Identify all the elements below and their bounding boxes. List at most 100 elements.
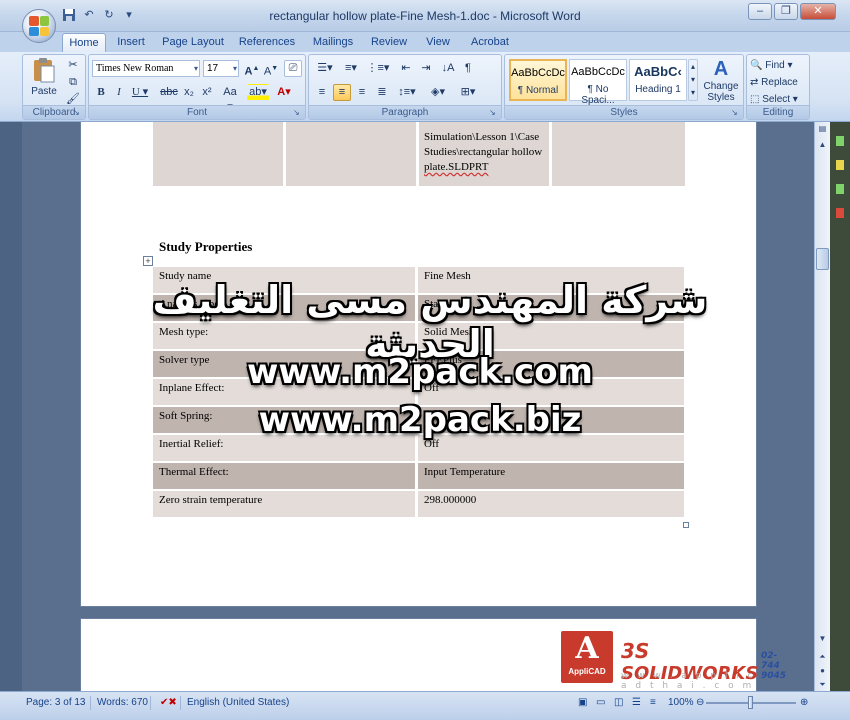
draft-view-icon[interactable]: ≡ [650, 697, 656, 708]
row-label: Zero strain temperature [153, 491, 415, 517]
underline-button[interactable]: U ▾ [129, 84, 151, 101]
change-styles-icon: A [713, 58, 729, 80]
copy-icon[interactable]: ⧉ [65, 74, 81, 91]
vertical-scrollbar[interactable]: ▤ ▲ ▼ ⏶ ● ⏷ [814, 122, 830, 691]
row-value: 298.000000 [418, 491, 684, 517]
shrink-font-icon[interactable]: A▼ [262, 60, 280, 78]
watermark-url-com: www.m2pack.com [247, 352, 593, 392]
editing-group: 🔍 Find ▾ ⇄ Replace ⬚ Select ▾ Editing [746, 54, 810, 120]
status-divider [150, 696, 151, 710]
style-no-spacing[interactable]: AaBbCcDc ¶ No Spaci... [569, 59, 627, 106]
document-page-next[interactable]: A AppliCAD 3S SOLIDWORKS w w w . a p p l… [80, 618, 786, 691]
scroll-down-icon[interactable]: ▼ [815, 632, 830, 646]
styles-launcher-icon[interactable]: ↘ [731, 108, 740, 117]
tray-icon [836, 160, 844, 170]
outline-view-icon[interactable]: ☰ [632, 697, 641, 708]
scrollbar-thumb[interactable] [816, 248, 829, 270]
zoom-level[interactable]: 100% [668, 697, 694, 708]
line-spacing-icon[interactable]: ↕≡▾ [395, 84, 419, 101]
ruler-toggle-icon[interactable]: ▤ [815, 122, 830, 136]
cut-icon[interactable]: ✂ [65, 57, 81, 74]
select-icon: ⬚ [750, 94, 760, 105]
language-status[interactable]: English (United States) [187, 697, 289, 708]
web-layout-view-icon[interactable]: ◫ [614, 697, 623, 708]
restore-button[interactable]: ❐ [774, 3, 798, 20]
borders-icon[interactable]: ⊞▾ [455, 84, 481, 101]
study-properties-heading: Study Properties [159, 239, 253, 254]
tab-home[interactable]: Home [62, 33, 106, 52]
change-styles-button[interactable]: A Change Styles [701, 57, 741, 103]
zoom-slider-thumb[interactable] [748, 696, 753, 709]
highlight-icon[interactable]: ab▾ [247, 84, 269, 101]
superscript-button[interactable]: x² [199, 84, 215, 101]
proofing-icon[interactable]: ✔✖ [160, 697, 177, 708]
previous-page-icon[interactable]: ⏶ [815, 650, 830, 664]
justify-icon[interactable]: ≣ [373, 84, 391, 101]
clear-formatting-icon[interactable]: ⎚ [284, 60, 302, 77]
paragraph-launcher-icon[interactable]: ↘ [489, 108, 498, 117]
paste-button[interactable]: Paste [29, 57, 59, 101]
style-heading-1[interactable]: AaBbC‹ Heading 1 [629, 59, 687, 101]
font-name-value: Times New Roman [96, 63, 174, 74]
replace-button[interactable]: ⇄ Replace [749, 74, 807, 91]
styles-group-label: Styles [505, 105, 743, 119]
tab-page-layout[interactable]: Page Layout [158, 33, 228, 52]
styles-scroll-icon[interactable]: ▴ ▾ ▾ [688, 59, 698, 101]
italic-button[interactable]: I [111, 84, 127, 101]
subscript-button[interactable]: x₂ [181, 84, 197, 101]
table-resize-handle[interactable] [683, 522, 689, 528]
desktop-strip [830, 122, 850, 691]
status-divider [90, 696, 91, 710]
watermark-url-biz: www.m2pack.biz [258, 400, 582, 440]
increase-indent-icon[interactable]: ⇥ [417, 60, 435, 77]
scroll-up-icon[interactable]: ▲ [815, 138, 830, 152]
font-launcher-icon[interactable]: ↘ [293, 108, 302, 117]
bullets-icon[interactable]: ☰▾ [313, 60, 337, 77]
numbering-icon[interactable]: ≡▾ [339, 60, 363, 77]
decrease-indent-icon[interactable]: ⇤ [397, 60, 415, 77]
font-size-value: 17 [207, 63, 219, 74]
browse-object-icon[interactable]: ● [815, 664, 830, 678]
bold-button[interactable]: B [93, 84, 109, 101]
align-right-icon[interactable]: ≡ [353, 84, 371, 101]
style-name: ¶ No Spaci... [581, 84, 615, 106]
page-count[interactable]: Page: 3 of 13 [26, 697, 86, 708]
zoom-in-icon[interactable]: ⊕ [800, 697, 808, 708]
tab-view[interactable]: View [418, 33, 458, 52]
tab-mailings[interactable]: Mailings [306, 33, 360, 52]
zoom-out-icon[interactable]: ⊖ [696, 697, 704, 708]
tab-insert[interactable]: Insert [110, 33, 152, 52]
find-button[interactable]: 🔍 Find ▾ [749, 57, 807, 74]
grow-font-icon[interactable]: A▲ [243, 60, 261, 78]
sort-icon[interactable]: ↓A [439, 60, 457, 77]
minimize-button[interactable]: – [748, 3, 772, 20]
table-move-handle-icon[interactable]: + [143, 256, 153, 266]
tab-acrobat[interactable]: Acrobat [464, 33, 516, 52]
paste-icon [34, 58, 55, 83]
style-normal[interactable]: AaBbCcDc ¶ Normal [509, 59, 567, 101]
chevron-down-icon: ▾ [193, 64, 198, 73]
ribbon-tabs: Home Insert Page Layout References Maili… [0, 32, 850, 52]
multilevel-list-icon[interactable]: ⋮≡▾ [365, 60, 391, 77]
close-button[interactable]: ✕ [800, 3, 836, 20]
show-marks-icon[interactable]: ¶ [459, 60, 477, 77]
shading-icon[interactable]: ◈▾ [425, 84, 451, 101]
tab-review[interactable]: Review [366, 33, 412, 52]
office-button[interactable] [22, 9, 56, 43]
change-case-button[interactable]: Aa ▾ [219, 84, 241, 113]
clipboard-group: Paste ✂ ⧉ 🖌 Clipboard ↘ [22, 54, 86, 120]
tab-references[interactable]: References [234, 33, 300, 52]
find-icon: 🔍 [750, 60, 763, 71]
word-count[interactable]: Words: 670 [97, 697, 148, 708]
font-color-icon[interactable]: A▾ [273, 84, 295, 101]
align-center-icon[interactable]: ≡ [333, 84, 351, 101]
clipboard-launcher-icon[interactable]: ↘ [73, 108, 82, 117]
full-screen-view-icon[interactable]: ▭ [596, 697, 605, 708]
align-left-icon[interactable]: ≡ [313, 84, 331, 101]
font-size-select[interactable]: 17 ▾ [203, 60, 239, 77]
strikethrough-button[interactable]: abc [159, 84, 179, 101]
print-layout-view-icon[interactable]: ▣ [578, 697, 587, 708]
next-page-icon[interactable]: ⏷ [815, 678, 830, 692]
font-name-select[interactable]: Times New Roman ▾ [92, 60, 200, 77]
find-label: Find [765, 60, 785, 71]
